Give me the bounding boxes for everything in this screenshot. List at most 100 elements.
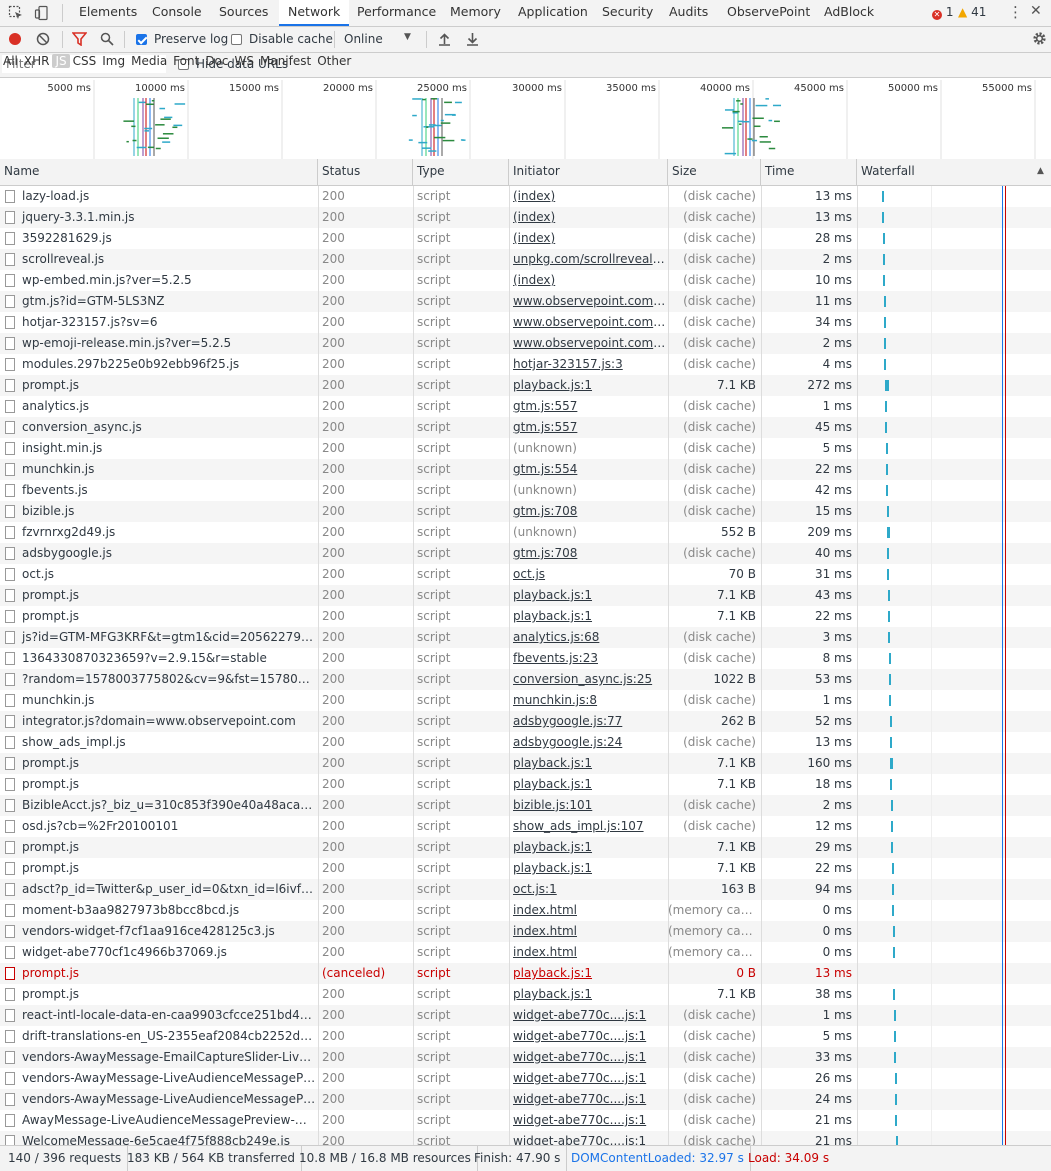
warning-counter[interactable]: ▲ 41	[958, 5, 986, 19]
request-initiator[interactable]: gtm.js:708	[509, 543, 667, 564]
request-row[interactable]: conversion_async.js 200 script gtm.js:557 (d…	[0, 417, 1051, 438]
type-filter-ws[interactable]: WS	[232, 54, 257, 68]
filter-icon[interactable]	[72, 32, 87, 46]
request-initiator[interactable]: playback.js:1	[509, 837, 667, 858]
request-row[interactable]: modules.297b225e0b92ebb96f25.js 200 script…	[0, 354, 1051, 375]
request-row[interactable]: munchkin.js 200 script munchkin.js:8 (disk c…	[0, 690, 1051, 711]
request-row[interactable]: adsct?p_id=Twitter&p_user_id=0&txn_id=l6…	[0, 879, 1051, 900]
request-initiator[interactable]: oct.js	[509, 564, 667, 585]
request-initiator[interactable]: (index)	[509, 228, 667, 249]
request-row[interactable]: analytics.js 200 script gtm.js:557 (disk cac…	[0, 396, 1051, 417]
tab-adblock[interactable]: AdBlock	[815, 0, 883, 26]
request-initiator[interactable]: widget-abe770c....js:1	[509, 1089, 667, 1110]
request-row[interactable]: prompt.js 200 script playback.js:1 7.1 KB 43 …	[0, 585, 1051, 606]
request-row[interactable]: 3592281629.js 200 script (index) (disk cache…	[0, 228, 1051, 249]
request-initiator[interactable]: www.observepoint.com/:77	[509, 333, 667, 354]
request-row[interactable]: wp-embed.min.js?ver=5.2.5 200 script (index…	[0, 270, 1051, 291]
request-initiator[interactable]: conversion_async.js:25	[509, 669, 667, 690]
request-initiator[interactable]: widget-abe770c....js:1	[509, 1110, 667, 1131]
close-devtools-icon[interactable]: ✕	[1030, 3, 1042, 19]
request-initiator[interactable]: playback.js:1	[509, 375, 667, 396]
request-initiator[interactable]: widget-abe770c....js:1	[509, 1005, 667, 1026]
type-filter-media[interactable]: Media	[128, 54, 170, 68]
request-row[interactable]: jquery-3.3.1.min.js 200 script (index) (disk…	[0, 207, 1051, 228]
disable-cache-checkbox[interactable]	[231, 34, 242, 45]
device-toolbar-icon[interactable]	[34, 5, 50, 21]
request-row[interactable]: 1364330870323659?v=2.9.15&r=stable 200 scr…	[0, 648, 1051, 669]
request-row[interactable]: gtm.js?id=GTM-5LS3NZ 200 script www.observe…	[0, 291, 1051, 312]
gear-icon[interactable]	[1032, 31, 1047, 46]
tab-elements[interactable]: Elements	[70, 0, 146, 26]
request-initiator[interactable]: www.observepoint.com/:26	[509, 312, 667, 333]
type-filter-other[interactable]: Other	[314, 54, 354, 68]
request-row[interactable]: AwayMessage-LiveAudienceMessagePreview-M…	[0, 1110, 1051, 1131]
request-initiator[interactable]: adsbygoogle.js:24	[509, 732, 667, 753]
request-initiator[interactable]: bizible.js:101	[509, 795, 667, 816]
tab-security[interactable]: Security	[593, 0, 662, 26]
request-row[interactable]: prompt.js (canceled) script playback.js:1 0 …	[0, 963, 1051, 984]
type-filter-css[interactable]: CSS	[70, 54, 100, 68]
request-row[interactable]: react-intl-locale-data-en-caa9903cfcce25…	[0, 1005, 1051, 1026]
tab-application[interactable]: Application	[509, 0, 597, 26]
request-row[interactable]: drift-translations-en_US-2355eaf2084cb22…	[0, 1026, 1051, 1047]
request-row[interactable]: prompt.js 200 script playback.js:1 7.1 KB 38 …	[0, 984, 1051, 1005]
type-filter-manifest[interactable]: Manifest	[257, 54, 314, 68]
column-header-name[interactable]: Name	[0, 159, 318, 185]
preserve-log-checkbox[interactable]	[136, 34, 147, 45]
request-initiator[interactable]: (index)	[509, 186, 667, 207]
request-row[interactable]: widget-abe770cf1c4966b37069.js 200 script i…	[0, 942, 1051, 963]
request-row[interactable]: wp-emoji-release.min.js?ver=5.2.5 200 scri…	[0, 333, 1051, 354]
request-initiator[interactable]: playback.js:1	[509, 774, 667, 795]
column-header-size[interactable]: Size	[668, 159, 761, 185]
tab-memory[interactable]: Memory	[441, 0, 510, 26]
request-row[interactable]: insight.min.js 200 script (unknown) (disk ca…	[0, 438, 1051, 459]
tab-network[interactable]: Network	[279, 0, 350, 26]
request-row[interactable]: fzvrnrxg2d49.js 200 script (unknown) 552 B 20…	[0, 522, 1051, 543]
request-row[interactable]: vendors-AwayMessage-LiveAudienceMessageP…	[0, 1089, 1051, 1110]
request-row[interactable]: munchkin.js 200 script gtm.js:554 (disk cach…	[0, 459, 1051, 480]
inspect-element-icon[interactable]	[8, 5, 24, 21]
request-initiator[interactable]: playback.js:1	[509, 753, 667, 774]
request-row[interactable]: scrollreveal.js 200 script unpkg.com/scroll…	[0, 249, 1051, 270]
import-har-icon[interactable]	[438, 32, 451, 46]
request-initiator[interactable]: widget-abe770c....js:1	[509, 1026, 667, 1047]
request-initiator[interactable]: adsbygoogle.js:77	[509, 711, 667, 732]
request-row[interactable]: prompt.js 200 script playback.js:1 7.1 KB 272…	[0, 375, 1051, 396]
type-filter-xhr[interactable]: XHR	[21, 54, 53, 68]
request-row[interactable]: js?id=GTM-MFG3KRF&t=gtm1&cid=2056227934.…	[0, 627, 1051, 648]
request-initiator[interactable]: playback.js:1	[509, 984, 667, 1005]
request-initiator[interactable]: gtm.js:557	[509, 417, 667, 438]
chevron-down-icon[interactable]: ▼	[404, 32, 411, 42]
request-initiator[interactable]: gtm.js:554	[509, 459, 667, 480]
request-row[interactable]: prompt.js 200 script playback.js:1 7.1 KB 160…	[0, 753, 1051, 774]
request-initiator[interactable]: unpkg.com/scrollreveal@...	[509, 249, 667, 270]
request-row[interactable]: integrator.js?domain=www.observepoint.co…	[0, 711, 1051, 732]
request-initiator[interactable]: playback.js:1	[509, 585, 667, 606]
column-header-status[interactable]: Status	[318, 159, 413, 185]
search-icon[interactable]	[100, 32, 114, 46]
request-row[interactable]: fbevents.js 200 script (unknown) (disk cache…	[0, 480, 1051, 501]
request-initiator[interactable]: index.html	[509, 942, 667, 963]
type-filter-all[interactable]: All	[0, 54, 21, 68]
request-row[interactable]: osd.js?cb=%2Fr20100101 200 script show_ads_…	[0, 816, 1051, 837]
request-initiator[interactable]: munchkin.js:8	[509, 690, 667, 711]
more-menu-icon[interactable]: ⋮	[1008, 3, 1023, 21]
error-counter[interactable]: ✕ 1	[932, 5, 953, 20]
request-row[interactable]: show_ads_impl.js 200 script adsbygoogle.js:…	[0, 732, 1051, 753]
tab-performance[interactable]: Performance	[348, 0, 445, 26]
tab-audits[interactable]: Audits	[660, 0, 717, 26]
type-filter-doc[interactable]: Doc	[202, 54, 231, 68]
request-initiator[interactable]: www.observepoint.com/:13	[509, 291, 667, 312]
request-initiator[interactable]: playback.js:1	[509, 963, 667, 984]
request-row[interactable]: prompt.js 200 script playback.js:1 7.1 KB 18 …	[0, 774, 1051, 795]
request-row[interactable]: prompt.js 200 script playback.js:1 7.1 KB 22 …	[0, 606, 1051, 627]
request-initiator[interactable]: gtm.js:557	[509, 396, 667, 417]
tab-sources[interactable]: Sources	[210, 0, 277, 26]
type-filter-img[interactable]: Img	[99, 54, 128, 68]
column-header-initiator[interactable]: Initiator	[509, 159, 668, 185]
request-initiator[interactable]: widget-abe770c....js:1	[509, 1131, 667, 1145]
request-initiator[interactable]: hotjar-323157.js:3	[509, 354, 667, 375]
clear-icon[interactable]	[36, 32, 50, 46]
type-filter-js[interactable]: JS	[52, 54, 70, 68]
request-initiator[interactable]: widget-abe770c....js:1	[509, 1068, 667, 1089]
